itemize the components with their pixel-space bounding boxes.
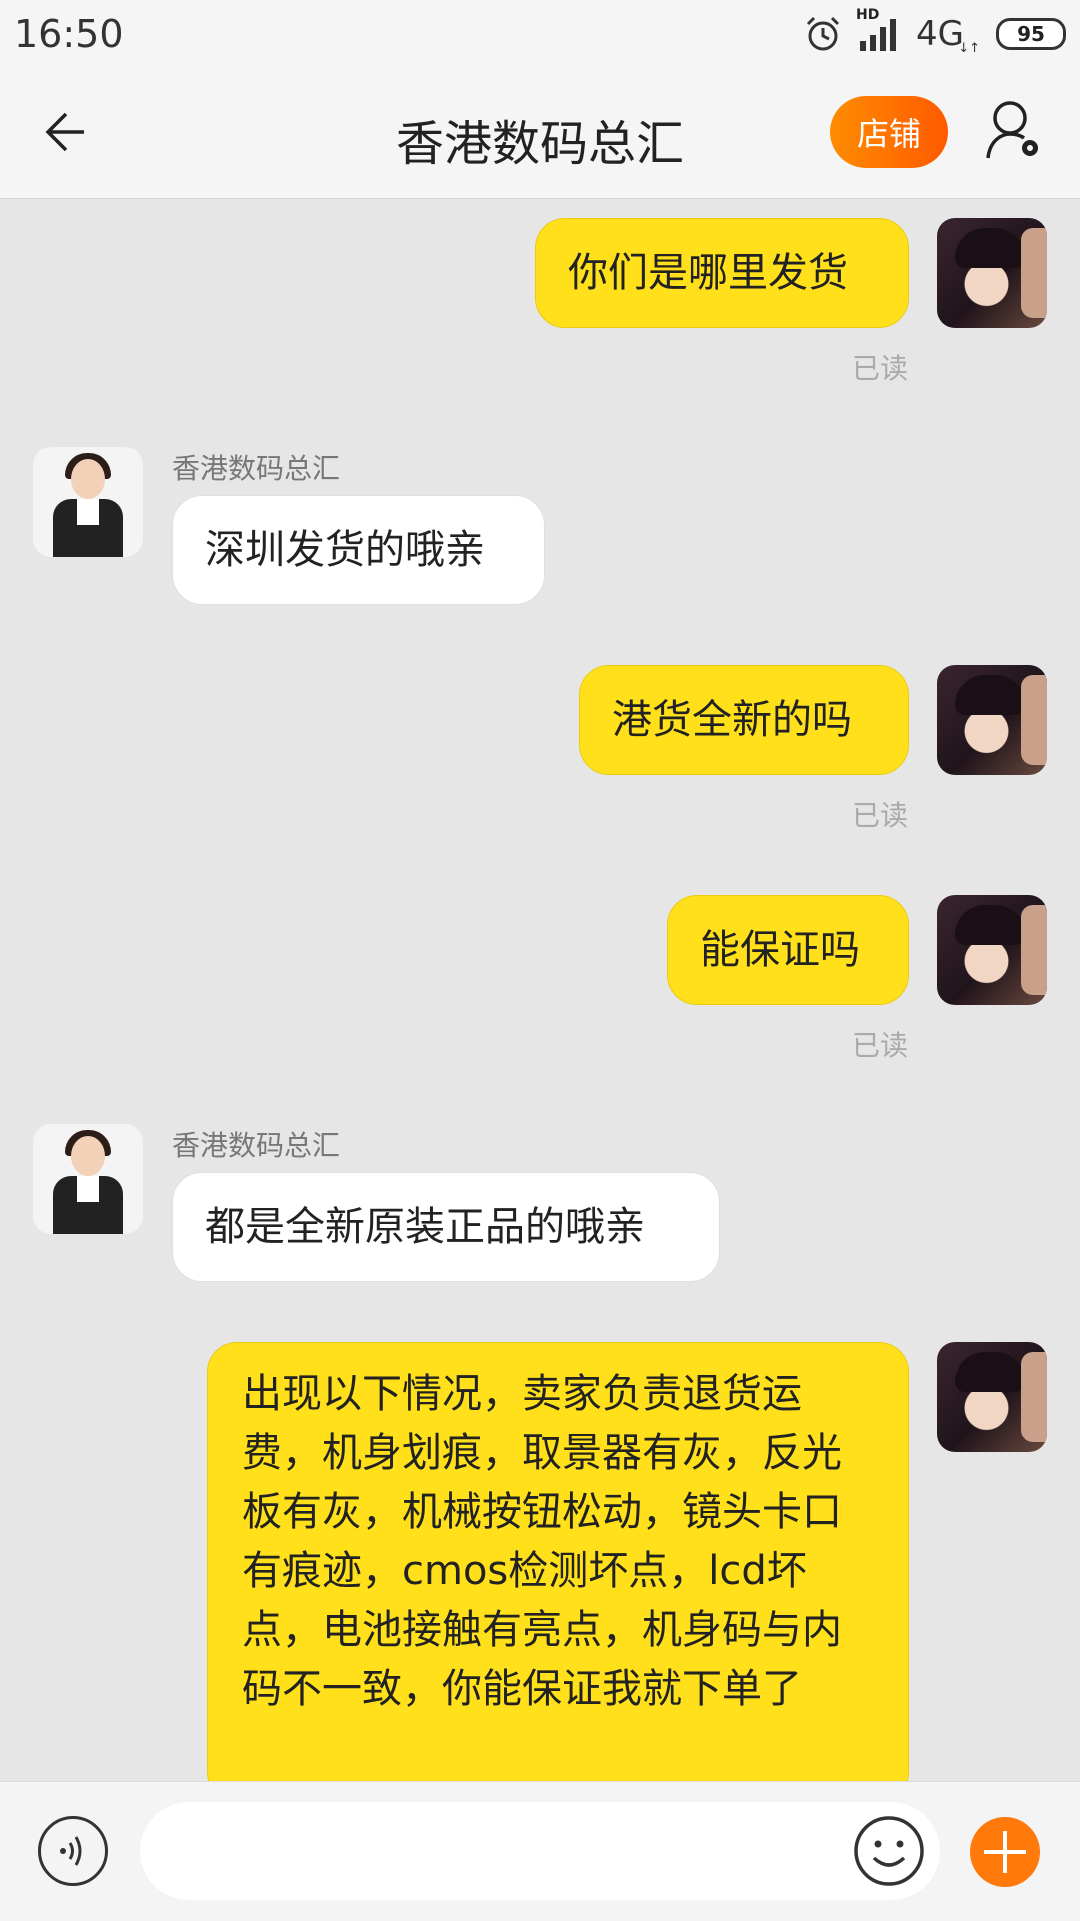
battery-icon: 95 <box>996 18 1066 50</box>
signal-group: HD <box>856 7 902 53</box>
network-type: 4G ↓↑ <box>916 14 980 56</box>
input-bar <box>0 1781 1080 1921</box>
shop-button[interactable]: 店铺 <box>830 96 948 168</box>
voice-waves-icon <box>60 1836 82 1866</box>
user-settings-icon[interactable] <box>984 98 1044 164</box>
alarm-icon <box>806 16 840 51</box>
message-bubble-mine[interactable]: 出现以下情况，卖家负责退货运费，机身划痕，取景器有灰，反光板有灰，机械按钮松动，… <box>207 1342 909 1781</box>
sender-name: 香港数码总汇 <box>172 452 341 485</box>
data-arrows-icon: ↓↑ <box>958 41 980 56</box>
plus-icon[interactable] <box>970 1817 1040 1887</box>
emoji-icon[interactable] <box>852 1814 926 1888</box>
read-receipt: 已读 <box>851 352 908 385</box>
shop-avatar[interactable] <box>33 1124 143 1234</box>
battery-level: 95 <box>1017 22 1045 46</box>
my-avatar[interactable] <box>937 895 1047 1005</box>
message-bubble-shop[interactable]: 都是全新原装正品的哦亲 <box>172 1172 720 1282</box>
chat-list[interactable]: 你们是哪里发货 已读 香港数码总汇 深圳发货的哦亲 港货全新的吗 已读 能保证吗… <box>0 199 1080 1781</box>
my-avatar[interactable] <box>937 1342 1047 1452</box>
read-receipt: 已读 <box>851 799 908 832</box>
message-bubble-mine[interactable]: 港货全新的吗 <box>579 665 909 775</box>
shop-avatar[interactable] <box>33 447 143 557</box>
message-bubble-mine[interactable]: 能保证吗 <box>667 895 909 1005</box>
read-receipt: 已读 <box>851 1029 908 1062</box>
status-icons: HD 4G ↓↑ 95 <box>804 7 1066 56</box>
my-avatar[interactable] <box>937 218 1047 328</box>
my-avatar[interactable] <box>937 665 1047 775</box>
chat-header: 香港数码总汇 店铺 <box>0 68 1080 199</box>
message-bubble-mine[interactable]: 你们是哪里发货 <box>535 218 909 328</box>
message-bubble-shop[interactable]: 深圳发货的哦亲 <box>172 495 545 605</box>
voice-icon[interactable] <box>38 1816 108 1886</box>
status-time: 16:50 <box>14 12 124 56</box>
sender-name: 香港数码总汇 <box>172 1129 341 1162</box>
message-input[interactable] <box>140 1802 940 1900</box>
network-label: 4G <box>916 14 964 54</box>
hd-label: HD <box>856 7 880 23</box>
status-bar: 16:50 HD 4G ↓↑ 95 <box>0 0 1080 68</box>
